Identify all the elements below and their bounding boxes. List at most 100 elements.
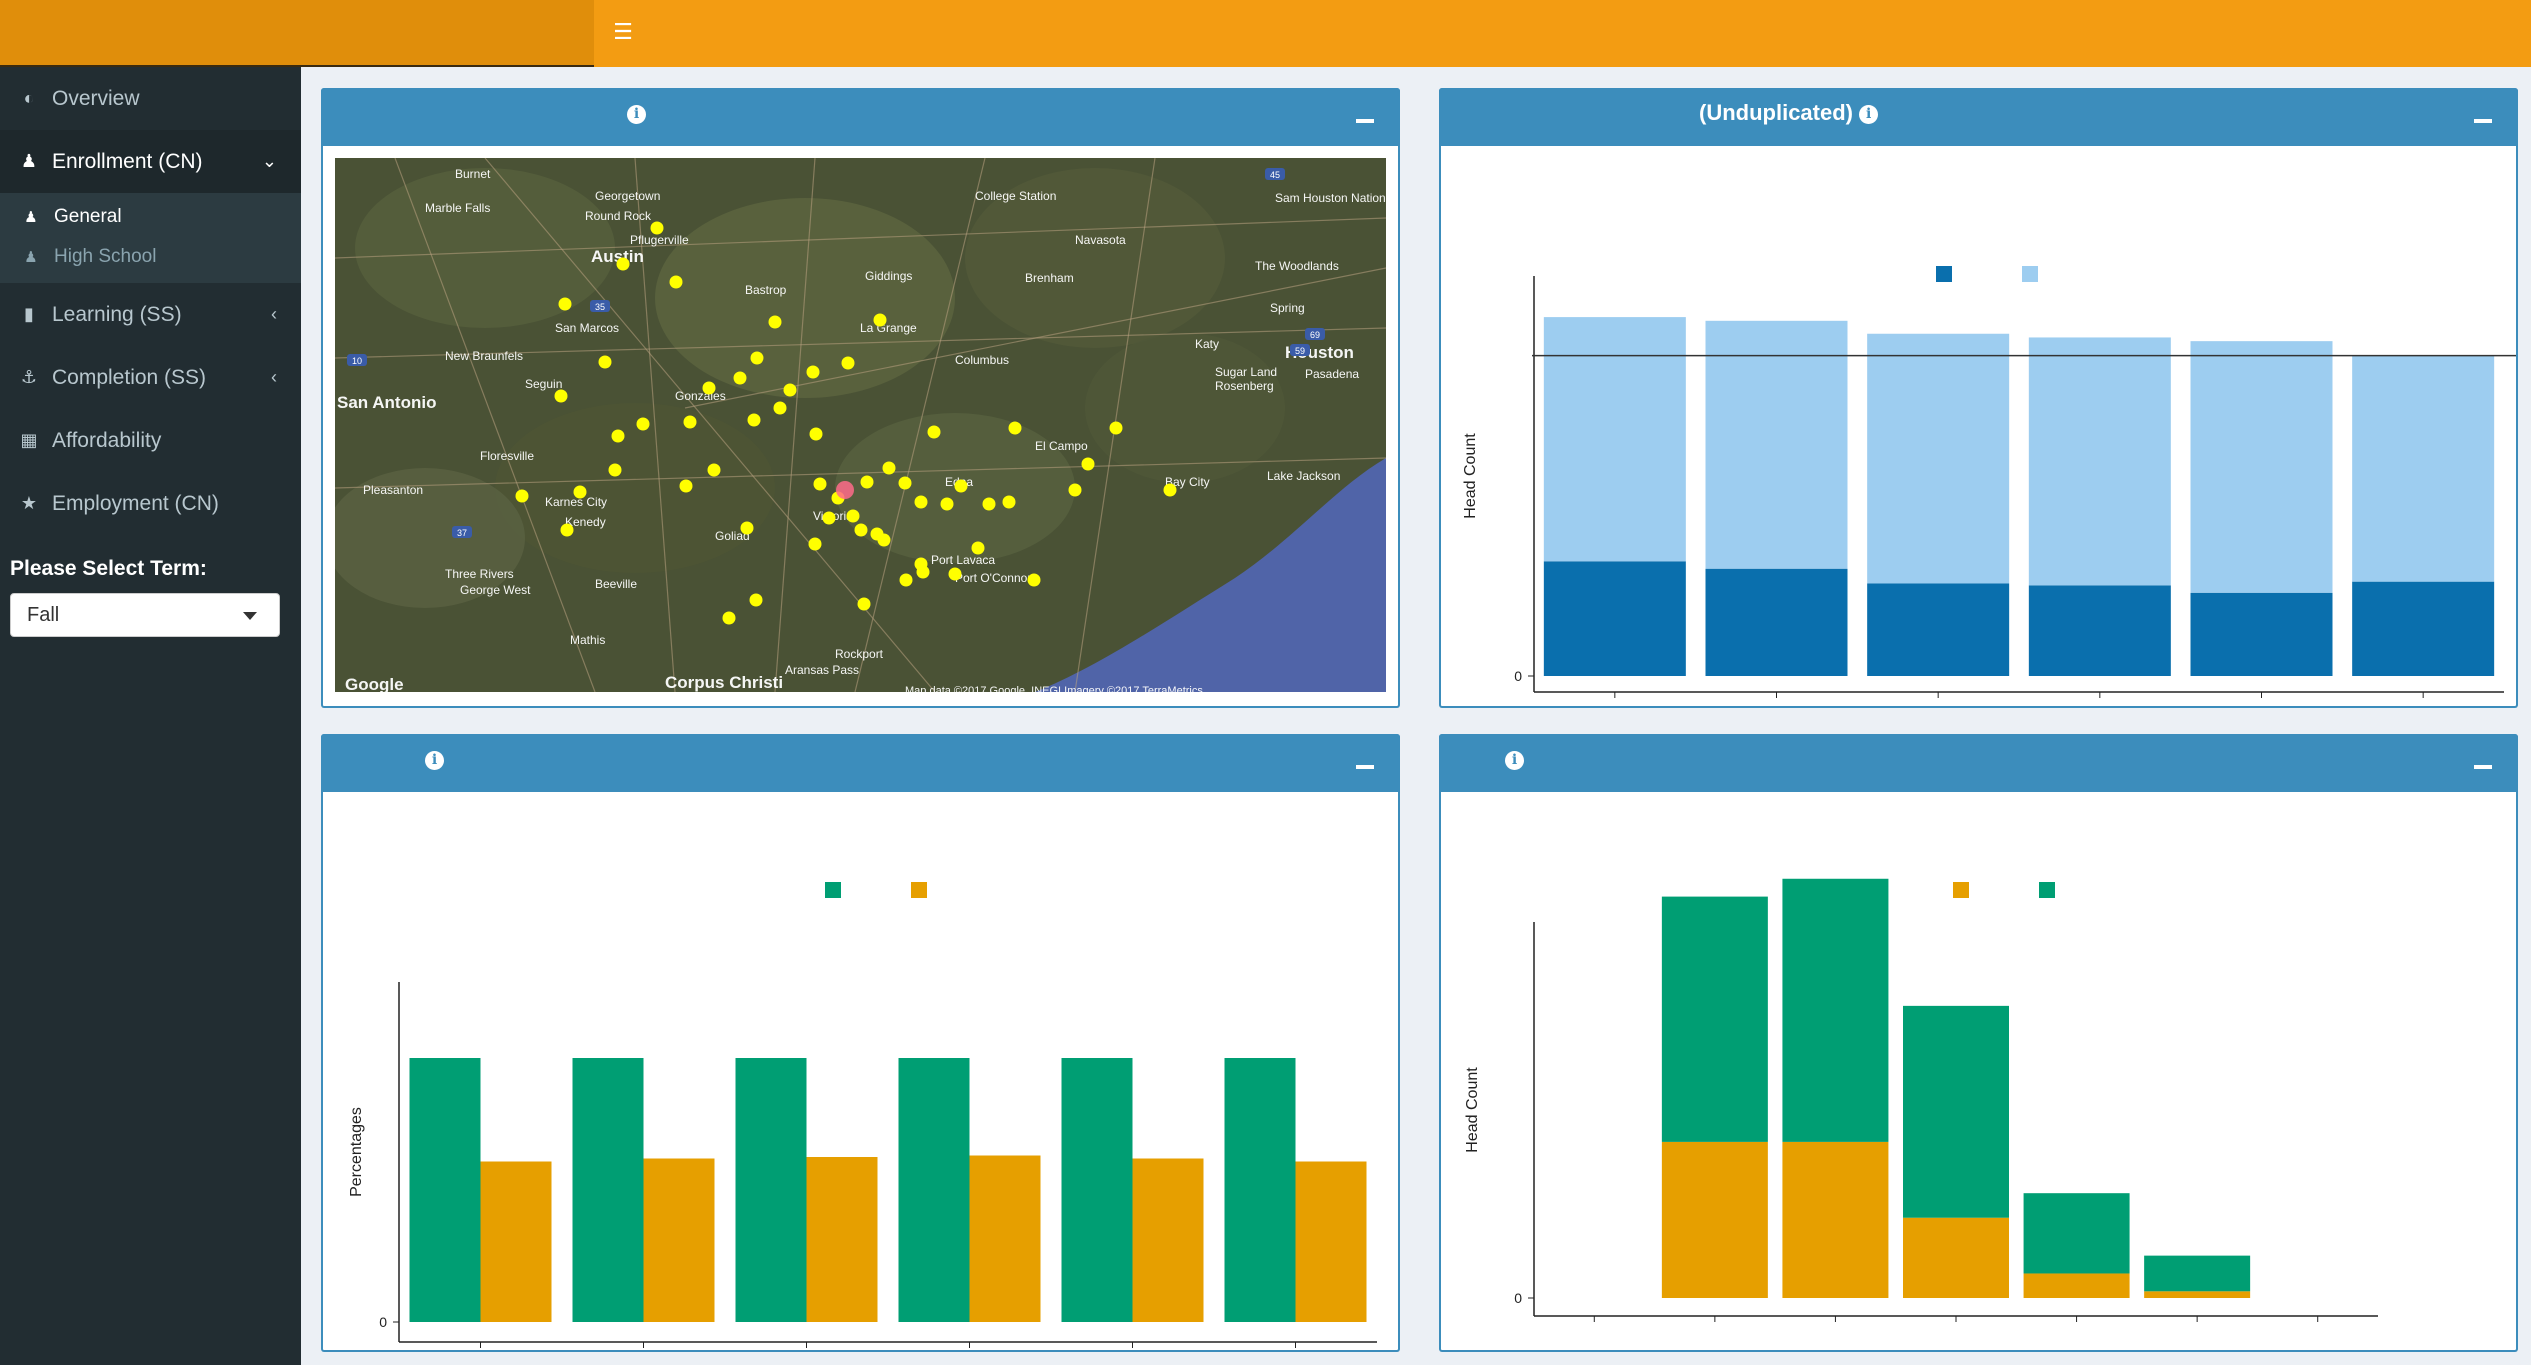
map-place-label: Burnet — [455, 167, 491, 181]
map-place-label: Rosenberg — [1215, 379, 1274, 393]
campus-marker — [683, 415, 697, 429]
bar — [806, 1157, 878, 1322]
campus-marker — [636, 417, 650, 431]
map-place-label: The Woodlands — [1255, 259, 1339, 273]
campus-marker — [806, 365, 820, 379]
campus-marker — [1081, 457, 1095, 471]
term-select-label: Please Select Term: — [10, 557, 207, 580]
bar — [1295, 1161, 1367, 1322]
campus-marker — [740, 521, 754, 535]
map-place-label: El Campo — [1035, 439, 1088, 453]
campus-marker — [608, 463, 622, 477]
collapse-button[interactable] — [1356, 119, 1374, 123]
sidebar-subitem-general[interactable]: ♟ General — [0, 197, 301, 237]
headcount-chart: Head Count 0 — [1464, 878, 2378, 1322]
sidebar-toggle-icon[interactable]: ☰ — [612, 20, 634, 44]
map-place-label: Pleasanton — [363, 483, 423, 497]
map-place-label: Google — [345, 675, 404, 692]
campus-marker — [809, 427, 823, 441]
campus-marker — [854, 523, 868, 537]
legend-key — [2022, 266, 2038, 282]
bar — [1132, 1158, 1204, 1322]
chevron-left-icon: ‹ — [271, 304, 277, 324]
anchor-icon: ⚓ — [20, 367, 38, 387]
highway-number: 10 — [352, 356, 362, 366]
top-navbar: ☰ — [0, 0, 2531, 67]
info-icon[interactable]: i — [1859, 104, 1879, 124]
map-place-label: Sugar Land — [1215, 365, 1277, 379]
campus-marker — [573, 485, 587, 499]
map-place-label: Three Rivers — [445, 567, 514, 581]
collapse-button[interactable] — [2474, 765, 2492, 769]
bar-segment — [1661, 1141, 1768, 1298]
map-place-label: Pflugerville — [630, 233, 689, 247]
bar-segment — [2190, 341, 2333, 593]
campus-marker — [882, 461, 896, 475]
sidebar-subitem-high-school[interactable]: ♟ High School — [0, 237, 301, 277]
map-box-title: i — [627, 100, 646, 126]
bar-segment — [1661, 896, 1768, 1142]
sidebar-item-label: Overview — [52, 86, 140, 110]
campus-marker — [560, 523, 574, 537]
info-icon[interactable]: i — [627, 104, 646, 124]
y-axis-label: Head Count — [1462, 433, 1479, 519]
graduate-icon: ♟ — [24, 249, 38, 266]
bar — [735, 1058, 807, 1322]
highlight-marker — [836, 481, 854, 499]
info-icon[interactable]: i — [425, 750, 444, 770]
campus-marker — [1068, 483, 1082, 497]
info-icon[interactable]: i — [1505, 750, 1524, 770]
bar-segment — [1705, 568, 1848, 676]
map-place-label: Pasadena — [1305, 367, 1359, 381]
bar-segment — [1543, 561, 1686, 676]
bar — [643, 1158, 715, 1322]
unduplicated-box-title: (Unduplicated) i — [1699, 100, 1879, 126]
bar-segment — [1782, 878, 1889, 1142]
campus-marker — [954, 479, 968, 493]
highway-number: 59 — [1295, 346, 1305, 356]
highway-number: 35 — [595, 302, 605, 312]
map-place-label: George West — [460, 583, 531, 597]
map-place-label: Beeville — [595, 577, 637, 591]
campus-marker — [916, 565, 930, 579]
campus-marker — [747, 413, 761, 427]
campus-marker — [611, 429, 625, 443]
sidebar-subitem-label: High School — [54, 246, 157, 267]
percentages-box-header: i — [321, 734, 1400, 792]
campus-marker — [808, 537, 822, 551]
legend-key — [1936, 266, 1952, 282]
sidebar-item-employment[interactable]: ★ Employment (CN) — [0, 472, 301, 535]
campus-marker — [702, 381, 716, 395]
percentages-box: i Percentages 0 — [321, 734, 1400, 1352]
campus-marker — [733, 371, 747, 385]
campus-marker — [841, 356, 855, 370]
sidebar-item-completion[interactable]: ⚓ Completion (SS) ‹ — [0, 346, 301, 409]
bar-segment — [1782, 1141, 1889, 1298]
term-select[interactable]: Fall — [10, 593, 280, 637]
campus-marker — [940, 497, 954, 511]
percentages-chart: Percentages 0 — [348, 882, 1377, 1348]
campus-marker — [707, 463, 721, 477]
terrain-patch — [355, 168, 615, 328]
collapse-button[interactable] — [1356, 765, 1374, 769]
legend-key — [1953, 882, 1969, 898]
trophy-icon: ★ — [20, 493, 38, 513]
map-place-label: Brenham — [1025, 271, 1074, 285]
sidebar-item-learning[interactable]: ▮ Learning (SS) ‹ — [0, 283, 301, 346]
bar — [409, 1058, 481, 1322]
chevron-left-icon: ‹ — [271, 367, 277, 387]
legend-key — [2039, 882, 2055, 898]
sidebar-item-overview[interactable]: ◐ Overview — [0, 67, 301, 130]
map-box-header: i — [321, 88, 1400, 146]
book-icon: ▮ — [24, 304, 34, 324]
legend-key — [911, 882, 927, 898]
bar-segment — [2023, 1193, 2130, 1274]
enrollment-submenu: ♟ General ♟ High School — [0, 193, 301, 283]
collapse-button[interactable] — [2474, 119, 2492, 123]
bar — [1061, 1058, 1133, 1322]
map-place-label: Rockport — [835, 647, 884, 661]
sidebar-item-affordability[interactable]: ▦ Affordability — [0, 409, 301, 472]
sidebar-item-enrollment[interactable]: ♟ Enrollment (CN) ⌄ — [0, 130, 301, 193]
map-place-label: La Grange — [860, 321, 917, 335]
unduplicated-box-header: (Unduplicated) i — [1439, 88, 2518, 146]
